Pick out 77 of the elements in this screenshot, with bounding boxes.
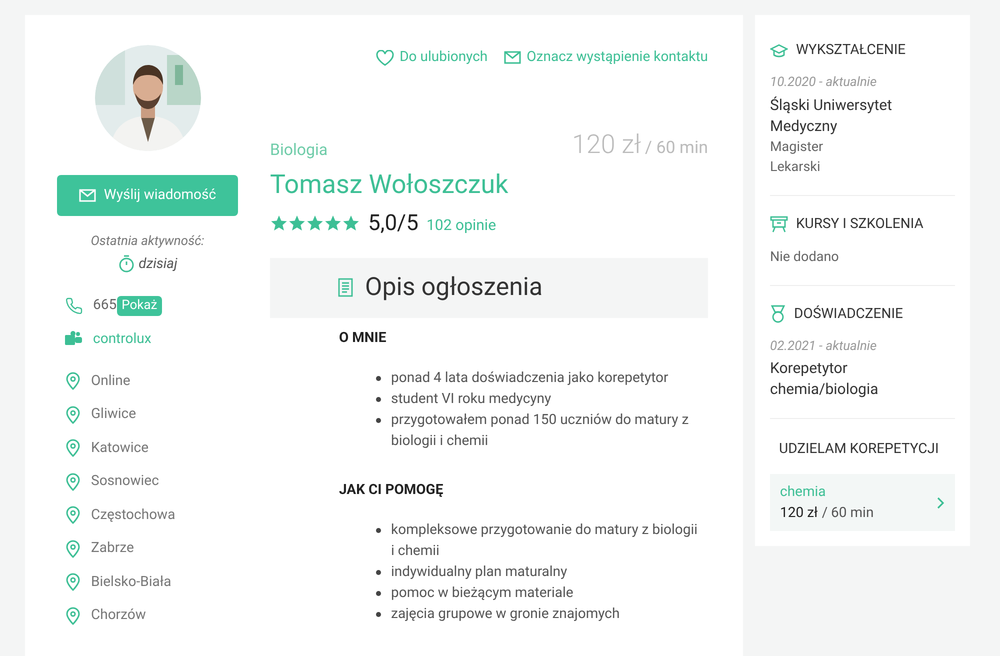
envelope-icon	[504, 51, 521, 64]
section-heading: O MNIE	[339, 328, 388, 348]
phone-icon	[65, 296, 83, 314]
section-heading: JAK CI POMOGĘ	[339, 480, 444, 500]
location-pin-icon	[65, 573, 81, 591]
location-pin-icon	[65, 472, 81, 490]
sidebar-section-title: DOŚWIADCZENIE	[794, 304, 904, 324]
send-message-button[interactable]: Wyślij wiadomość	[57, 175, 238, 216]
heart-icon	[376, 50, 394, 66]
bullet-icon	[376, 418, 381, 422]
teams-username[interactable]: controlux	[93, 328, 152, 350]
location-text: Gliwice	[91, 405, 136, 424]
bullet-icon	[376, 396, 381, 402]
list-item: przygotowałem ponad 150 uczniów do matury z biologii i chemii	[391, 410, 690, 450]
sidebar-detail-text: Nie dodano	[770, 248, 840, 266]
bullet-icon	[376, 528, 381, 532]
sidebar-section-title: KURSY I SZKOLENIA	[796, 214, 924, 234]
last-activity-value: dzisiaj	[138, 254, 178, 274]
subject-price: 120 zł	[780, 504, 818, 522]
location-text: Katowice	[91, 438, 149, 458]
star-icon	[270, 214, 288, 232]
mark-contact-link[interactable]: Oznacz wystąpienie kontaktu	[504, 47, 708, 68]
bullet-icon	[376, 612, 381, 616]
phone-number: 665	[93, 296, 117, 315]
list-item: pomoc w bieżącym materiale	[391, 584, 574, 602]
subject-label: Biologia	[270, 138, 328, 160]
location-pin-icon	[65, 506, 81, 524]
tutoring-title: UDZIELAM KOREPETYCJI	[778, 440, 940, 459]
location-pin-icon	[65, 540, 81, 558]
subject-unit: / 60 min	[822, 504, 874, 522]
favorite-link[interactable]: Do ulubionych	[376, 47, 488, 68]
location-text: Bielsko-Biała	[91, 572, 172, 592]
location-pin-icon	[65, 406, 81, 424]
subject-name: chemia	[780, 482, 827, 502]
last-activity-label: Ostatnia aktywność:	[90, 233, 204, 251]
document-icon	[338, 278, 353, 297]
reviews-link[interactable]: 102 opinie	[426, 214, 496, 236]
tutor-name: Tomasz Wołoszczuk	[270, 168, 510, 202]
bullet-icon	[376, 570, 381, 574]
location-pin-icon	[65, 606, 81, 624]
price: 120 zł	[572, 132, 641, 158]
bullet-icon	[376, 590, 381, 596]
star-icon	[342, 214, 360, 232]
location-text: Zabrze	[91, 539, 134, 558]
chevron-right-icon	[937, 496, 945, 508]
location-text: Online	[91, 372, 130, 390]
star-icon	[324, 214, 342, 232]
sidebar-detail-text: Magister	[770, 138, 824, 156]
medal-icon	[770, 305, 786, 323]
graduation-cap-icon	[770, 44, 788, 58]
list-item: zajęcia grupowe w gronie znajomych	[391, 604, 620, 624]
list-item: student VI roku medycyny	[391, 390, 552, 408]
list-item: indywidualny plan maturalny	[391, 562, 568, 582]
sidebar-detail-text: Lekarski	[770, 158, 822, 176]
location-text: Chorzów	[91, 606, 146, 625]
rating-score: 5,0/5	[368, 210, 418, 238]
location-pin-icon	[65, 439, 81, 457]
section-title: Opis ogłoszenia	[365, 272, 543, 304]
price-unit: / 60 min	[645, 137, 708, 160]
envelope-icon	[78, 189, 96, 202]
sidebar-section-title: WYKSZTAŁCENIE	[796, 41, 906, 60]
sidebar-main-text: Śląski Uniwersytet Medyczny	[770, 94, 893, 136]
location-text: Sosnowiec	[91, 472, 159, 491]
star-icon	[288, 214, 306, 232]
bullet-icon	[376, 376, 381, 380]
board-icon	[770, 216, 788, 232]
subject-card[interactable]: chemia 120 zł / 60 min	[770, 474, 955, 531]
location-text: Częstochowa	[91, 506, 176, 524]
stopwatch-icon	[118, 255, 135, 273]
show-phone-button[interactable]: Pokaż	[116, 296, 162, 316]
star-icon	[306, 214, 324, 232]
list-item: ponad 4 lata doświadczenia jako korepetytor	[391, 368, 668, 388]
period-text: 10.2020 - aktualnie	[770, 74, 878, 92]
period-text: 02.2021 - aktualnie	[770, 338, 878, 356]
sidebar-main-text: Korepetytor chemia/biologia	[770, 358, 880, 400]
teams-icon	[65, 331, 83, 347]
location-pin-icon	[65, 372, 81, 390]
